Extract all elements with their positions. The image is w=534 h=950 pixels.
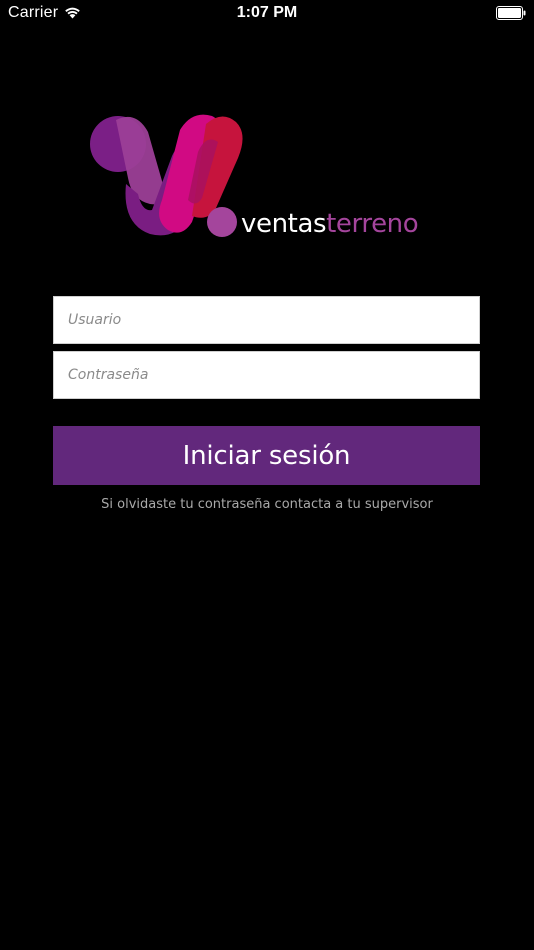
battery-icon: [496, 6, 526, 20]
username-field[interactable]: [53, 296, 480, 344]
password-field[interactable]: [53, 351, 480, 399]
status-time: 1:07 PM: [236, 4, 298, 21]
login-button[interactable]: Iniciar sesión: [53, 426, 480, 485]
brand-wordmark: ventasterreno: [241, 207, 419, 241]
brand-word-terreno: terreno: [326, 209, 419, 239]
brand-word-ventas: ventas: [241, 209, 327, 239]
status-bar: Carrier 1:07 PM: [0, 0, 534, 28]
forgot-password-hint: Si olvidaste tu contraseña contacta a tu…: [101, 497, 433, 512]
